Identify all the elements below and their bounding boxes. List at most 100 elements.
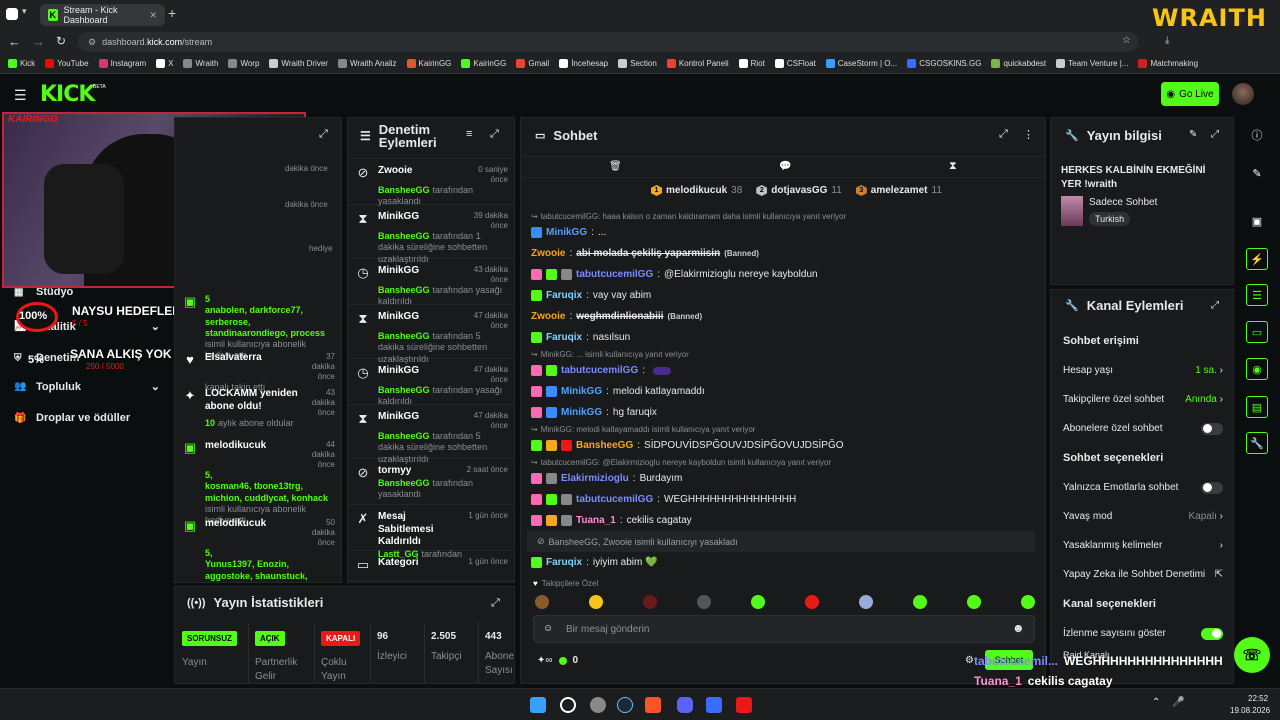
chat-message[interactable]: Faruqix: nasılsun xyxy=(521,327,1041,348)
network-icon[interactable] xyxy=(706,697,722,713)
info-icon[interactable]: ⓘ xyxy=(1246,124,1268,146)
slow-mode-row[interactable]: Yavaş mod Kapalı › xyxy=(1051,502,1233,531)
tray-chevron-icon[interactable]: ⌃ xyxy=(1152,697,1160,708)
browser-menu-icon[interactable] xyxy=(6,8,18,20)
chat-username[interactable]: MinikGG xyxy=(546,227,587,238)
bookmark-item[interactable]: Wraith Analiz xyxy=(337,59,397,68)
filter-icon[interactable]: ≡ xyxy=(466,128,472,140)
chat-username[interactable]: Faruqix xyxy=(546,557,582,568)
chat-username[interactable]: BansheeGG xyxy=(576,440,633,451)
card-icon[interactable]: ▣ xyxy=(1246,210,1268,232)
emoji-picker-icon[interactable]: ☺ xyxy=(543,623,553,634)
chat-message[interactable]: tabutcucemilGG: WEGHHHHHHHHHHHHHHH xyxy=(521,489,1041,510)
bookmark-item[interactable]: X xyxy=(156,59,173,68)
bookmark-item[interactable]: KairinGG xyxy=(406,59,451,68)
chat-username[interactable]: tabutcucemilGG xyxy=(576,494,653,505)
emote-icon[interactable] xyxy=(535,595,549,609)
close-icon[interactable]: ✕ xyxy=(149,10,157,21)
popout-icon[interactable]: ⤢ xyxy=(999,128,1008,141)
trash-icon[interactable]: 🗑 xyxy=(609,161,622,172)
chat-username[interactable]: MinikGG xyxy=(561,407,602,418)
bookmark-item[interactable]: Matchmaking xyxy=(1138,59,1198,68)
back-icon[interactable]: ← xyxy=(8,34,21,49)
smiley-icon[interactable]: ☻ xyxy=(1012,621,1025,635)
emote-icon[interactable] xyxy=(859,595,873,609)
chat-username[interactable]: Tuana_1 xyxy=(576,515,616,526)
new-tab-icon[interactable]: + xyxy=(168,5,176,21)
go-live-button[interactable]: ◉ Go Live xyxy=(1161,82,1219,106)
bookmark-item[interactable]: Riot xyxy=(738,59,765,68)
top-gifter[interactable]: 3 amelezamet 11 xyxy=(855,185,942,196)
follower-chat-row[interactable]: Takipçilere özel sohbet Anında › xyxy=(1051,385,1233,414)
chat-icon[interactable]: ▭ xyxy=(1246,321,1268,343)
bookmark-item[interactable]: CaseStorm | O... xyxy=(825,59,897,68)
url-field[interactable]: ⚙ dashboard.kick.com/stream xyxy=(78,32,1138,52)
chat-message[interactable]: Faruqix: vay vay abim xyxy=(521,285,1041,306)
kick-logo[interactable]: KICK xyxy=(40,82,95,107)
points-row[interactable]: ✦∞ 0 xyxy=(537,655,578,666)
banned-words-row[interactable]: Yasaklanmış kelimeler › xyxy=(1051,531,1233,560)
bookmark-item[interactable]: Gmail xyxy=(516,59,549,68)
bookmark-item[interactable]: İncehesap xyxy=(559,59,608,68)
chat-message[interactable]: Faruqix: iyiyim abim 💚 xyxy=(521,552,1041,573)
scrollbar[interactable] xyxy=(1045,558,1046,570)
discord-icon[interactable] xyxy=(677,697,693,713)
popout-icon[interactable]: ⤢ xyxy=(490,128,499,141)
top-gifter[interactable]: 1 melodikucuk 38 xyxy=(651,185,742,196)
download-icon[interactable]: ⤓ xyxy=(1165,35,1169,46)
bookmark-item[interactable]: CSGOSKINS.GG xyxy=(907,59,981,68)
bookmark-item[interactable]: Wraith xyxy=(183,59,218,68)
bookmark-item[interactable]: quickabdest xyxy=(991,59,1046,68)
site-info-icon[interactable]: ⚙ xyxy=(88,37,96,48)
bookmark-item[interactable]: Section xyxy=(618,59,657,68)
browser-tab[interactable]: K Stream - Kick Dashboard ✕ xyxy=(40,4,165,26)
stats-icon[interactable]: ▤ xyxy=(1246,396,1268,418)
popout-icon[interactable]: ⤢ xyxy=(319,128,328,141)
account-age-row[interactable]: Hesap yaşı 1 sa. › xyxy=(1051,356,1233,385)
popout-icon[interactable]: ⤢ xyxy=(491,597,500,610)
chat-username[interactable]: tabutcucemilGG xyxy=(576,269,653,280)
bookmark-item[interactable]: KairinGG xyxy=(461,59,506,68)
chat-username[interactable]: MinikGG xyxy=(561,386,602,397)
chevron-down-icon[interactable]: ▾ xyxy=(22,6,27,17)
bookmark-item[interactable]: Team Venture |... xyxy=(1056,59,1128,68)
steam-icon[interactable] xyxy=(617,697,633,713)
more-options-icon[interactable]: ⋮ xyxy=(1023,128,1034,141)
chat-username[interactable]: Elakirmizioglu xyxy=(561,473,629,484)
search-icon[interactable] xyxy=(560,697,576,713)
bookmark-item[interactable]: Wraith Driver xyxy=(269,59,328,68)
chrome-icon[interactable] xyxy=(590,697,606,713)
chat-input[interactable]: ☺ Bir mesaj gönderin ☻ xyxy=(533,615,1035,643)
bookmark-item[interactable]: Worp xyxy=(228,59,259,68)
chat-message[interactable]: Elakirmizioglu: Burdayım xyxy=(521,468,1041,489)
bookmark-item[interactable]: YouTube xyxy=(45,59,89,68)
brave-icon[interactable] xyxy=(645,697,661,713)
emote-icon[interactable] xyxy=(643,595,657,609)
edit-icon[interactable]: ✎ xyxy=(1189,129,1197,140)
chat-message[interactable]: tabutcucemilGG: @Elakirmizioglu nereye ka… xyxy=(521,264,1041,285)
bookmark-item[interactable]: Kontrol Paneli xyxy=(666,59,729,68)
bookmark-item[interactable]: Instagram xyxy=(98,59,146,68)
emote-icon[interactable] xyxy=(751,595,765,609)
wrench-icon[interactable]: 🔧 xyxy=(1246,432,1268,454)
emote-icon[interactable] xyxy=(913,595,927,609)
hamburger-menu-icon[interactable]: ☰ xyxy=(14,87,27,104)
avatar[interactable] xyxy=(1232,83,1254,105)
chat-username[interactable]: Faruqix xyxy=(546,290,582,301)
mic-icon[interactable]: 🎤 xyxy=(1172,697,1184,708)
chat-message[interactable]: tabutcucemilGG: xyxy=(521,360,1041,381)
chat-message[interactable]: BansheeGG: SİDPOUVİDSPĞOUVJDSİPĞOVUJDSİPĞ… xyxy=(521,435,1041,456)
pencil-icon[interactable]: ✎ xyxy=(1246,162,1268,184)
chat-message[interactable]: Tuana_1: cekilis cagatay xyxy=(521,510,1041,531)
ai-moderation-row[interactable]: Yapay Zeka ile Sohbet Denetimi ⇱ xyxy=(1051,560,1233,589)
app-red-icon[interactable] xyxy=(736,697,752,713)
chat-username[interactable]: Zwooie xyxy=(531,311,565,322)
sidebar-item-3[interactable]: 👥 Topluluk ⌄ xyxy=(14,380,160,394)
broadcast-icon[interactable]: ◉ xyxy=(1246,358,1268,380)
chat-message[interactable]: MinikGG: hg faruqix xyxy=(521,402,1041,423)
hourglass-icon[interactable]: ⧗ xyxy=(949,160,957,173)
bookmark-item[interactable]: CSFloat xyxy=(774,59,816,68)
sidebar-item-4[interactable]: 🎁 Droplar ve ödüller xyxy=(14,412,160,424)
chat-message[interactable]: Zwooie: weghmdinlionabiii (Banned) xyxy=(521,306,1041,327)
windows-start-icon[interactable] xyxy=(530,697,546,713)
